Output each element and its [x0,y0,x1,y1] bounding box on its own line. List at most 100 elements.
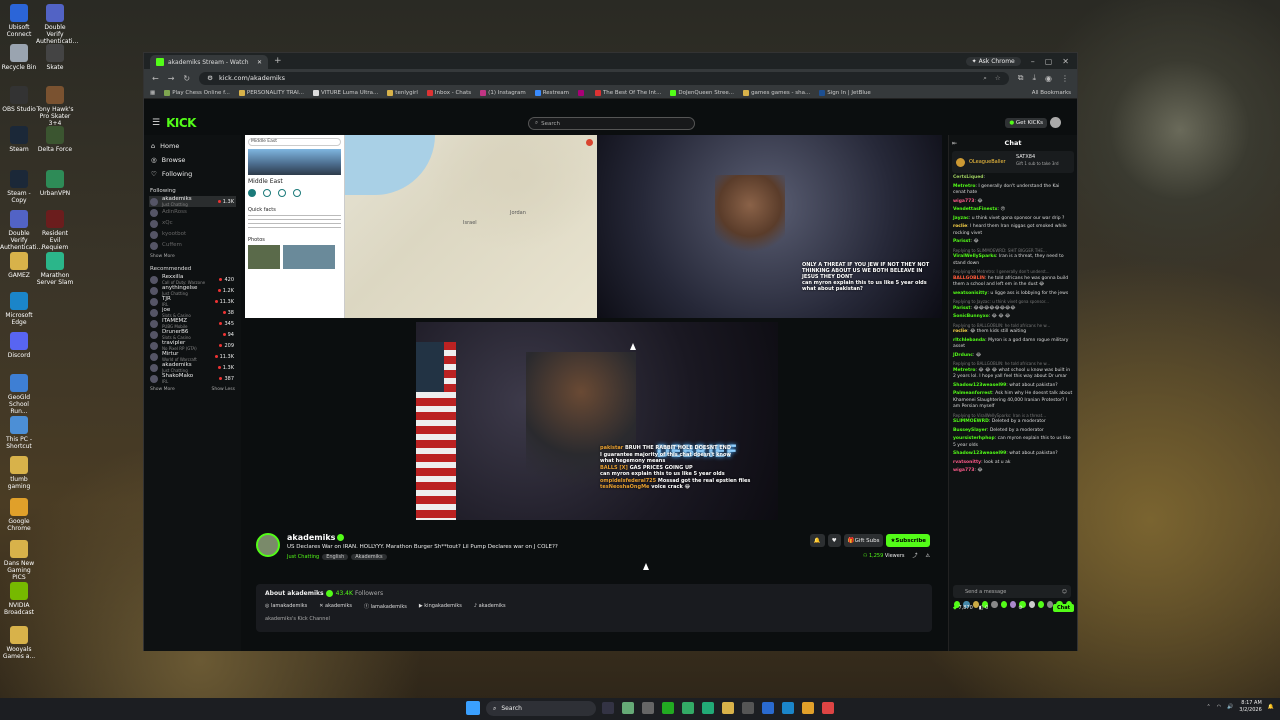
maximize-icon[interactable]: ▢ [1045,57,1053,66]
store-icon[interactable] [742,702,754,714]
chat-username[interactable]: Metretro [953,368,975,373]
show-more-following[interactable]: Show More [150,254,235,259]
desktop-shortcut[interactable]: Double Verify Authenticati... [0,210,42,251]
share-icon[interactable]: ⤴ [913,552,918,559]
chrome-profile-icon[interactable] [822,702,834,714]
channel-name[interactable]: akademiks [287,533,335,542]
game-icon[interactable] [702,702,714,714]
social-link[interactable]: ▶ kingakademiks [419,603,462,610]
ask-chrome-button[interactable]: ✦ Ask Chrome [965,56,1021,66]
new-tab-button[interactable]: + [274,56,282,66]
edge-icon[interactable] [782,702,794,714]
sidebar-channel-itamemz[interactable]: ITAMEMZ PUBG Mobile 345 [149,318,236,329]
user-avatar[interactable] [1050,117,1061,128]
desktop-shortcut[interactable]: This PC - Shortcut [0,416,38,450]
desktop-shortcut[interactable]: Double Verify Authenticati... [36,4,78,45]
notification-icon[interactable]: 🔔 [1268,704,1274,710]
report-icon[interactable]: ⚠ [926,553,930,559]
desktop-shortcut[interactable]: Google Chrome [0,498,38,532]
desktop-shortcut[interactable]: GeoGld School Run... [0,374,38,415]
sidebar-channel-anythingelse[interactable]: anythingelse Just Chatting 1.2K [149,285,236,296]
chat-username[interactable]: rvatsonitty [953,460,981,465]
desktop-shortcut[interactable]: GAMEZ [0,252,38,279]
chat-username[interactable]: roclie [953,224,967,229]
desktop-shortcut[interactable]: Steam [0,126,38,153]
subscribe-button[interactable]: ★ Subscribe [886,534,930,547]
chat-username[interactable]: Parisst [953,239,970,244]
social-link[interactable]: ◎ lamakademiks [265,603,307,610]
chat-username[interactable]: VendettasFinestx [953,207,997,212]
sidebar-nav-home[interactable]: ⌂ Home [149,139,236,153]
vpn-icon[interactable] [762,702,774,714]
zoom-icon[interactable]: ⌕ [983,74,987,83]
minimize-icon[interactable]: – [1031,57,1035,66]
stream-tag[interactable]: Akademiks [351,554,387,560]
site-info-icon[interactable]: ⚙ [207,74,213,82]
bookmark-item[interactable]: games games - sha... [743,89,810,96]
sidebar-nav-browse[interactable]: ◎ Browse [149,153,236,167]
chat-username[interactable]: JDrdunc [953,353,973,358]
sidebar-channel-akademiks[interactable]: akademiks Just Chatting 1.3K [149,362,236,373]
file-explorer-icon[interactable] [722,702,734,714]
collapse-chat-icon[interactable]: ⇤ [952,140,957,147]
stream-tag[interactable]: English [322,554,349,560]
get-kicks-button[interactable]: ● Get KICKs [1005,118,1047,128]
desktop-shortcut[interactable]: Microsoft Edge [0,292,38,326]
social-link[interactable]: ♪ akademiks [474,603,506,610]
desktop-shortcut[interactable]: Dans New Gaming PICS [0,540,38,581]
chat-username[interactable]: BusseySlayer [953,428,987,433]
chat-send-button[interactable]: Chat [1052,604,1074,612]
extensions-icon[interactable]: ⧉ [1018,73,1024,83]
downloads-icon[interactable]: ⤓ [1032,73,1036,83]
channel-avatar[interactable] [256,533,280,557]
close-tab-icon[interactable]: ✕ [257,59,262,66]
chat-username[interactable]: weatsonisitty [953,291,987,296]
desktop-shortcut[interactable]: UrbanVPN [36,170,74,197]
gift-subs-button[interactable]: 🎁 Gift Subs [843,534,884,547]
bookmark-item[interactable]: Sign In | JetBlue [819,89,871,96]
taskbar-search[interactable]: ⌕ Search [486,701,596,716]
chat-username[interactable]: Palmeanforrest [953,391,992,396]
gifter-name[interactable]: OLeagueBaller [969,159,1006,165]
close-window-icon[interactable]: ✕ [1062,57,1069,66]
chat-username[interactable]: Shadow123weaseI99 [953,383,1006,388]
sidebar-channel-drunerb6[interactable]: DrunerB6 Slots & Casino 94 [149,329,236,340]
chat-username[interactable]: Metretro [953,184,975,189]
follow-heart-icon[interactable]: ♥ [827,534,841,547]
clock[interactable]: 8:17 AM 3/2/2026 [1239,700,1261,714]
media-player-icon[interactable] [662,702,674,714]
chat-username[interactable]: roclie [953,329,967,334]
desktop-shortcut[interactable]: Discord [0,332,38,359]
desktop-shortcut[interactable]: NVIDIA Broadcast [0,582,38,616]
reload-icon[interactable]: ↻ [183,74,190,83]
sidebar-channel-rexxilla[interactable]: Rexxilla Call of Duty: Warzone 420 [149,274,236,285]
bookmark-item[interactable]: Play Chess Online f... [164,89,230,96]
chat-username[interactable]: Parisst [953,306,970,311]
chrome-icon[interactable] [802,702,814,714]
forward-icon[interactable]: → [168,74,175,83]
sidebar-channel-joe[interactable]: joe Slots & Casino 38 [149,307,236,318]
sidebar-nav-following[interactable]: ♡ Following [149,167,236,181]
chat-settings-icon[interactable]: ⚙ [1018,605,1022,611]
social-link[interactable]: ✕ akademiks [319,603,352,610]
chat-username[interactable]: rltchlebanda [953,338,985,343]
chat-username[interactable]: wiga773 [953,468,974,473]
category-link[interactable]: Just Chatting [287,554,319,560]
sidebar-channel-shakomako[interactable]: ShakoMako IRL 387 [149,373,236,384]
chat-username[interactable]: BALLGOBLIN [953,276,985,281]
bookmark-item[interactable]: Inbox - Chats [426,89,471,96]
sidebar-channel-adinross[interactable]: AdinRoss [149,207,236,218]
sidebar-channel-mirtur[interactable]: Mirtur World of Warcraft 11.3K [149,351,236,362]
chat-username[interactable]: CertsLiqued [953,175,984,180]
search-bar[interactable]: ⌕ Search [528,117,695,130]
bookmark-item[interactable]: Restream [534,89,569,96]
bookmark-item[interactable] [577,89,586,96]
tray-overflow-icon[interactable]: ⌃ [1206,704,1210,710]
bookmark-item[interactable]: DoJenQueen Stree... [670,89,734,96]
desktop-shortcut[interactable]: Skate [36,44,74,71]
desktop-shortcut[interactable]: Marathon Server Slam [36,252,74,286]
show-less-button[interactable]: Show Less [212,387,235,392]
chat-username[interactable]: Jayzac [953,216,969,221]
sidebar-channel-tjr[interactable]: TJR IRL 11.3K [149,296,236,307]
desktop-shortcut[interactable]: OBS Studio [0,86,38,113]
